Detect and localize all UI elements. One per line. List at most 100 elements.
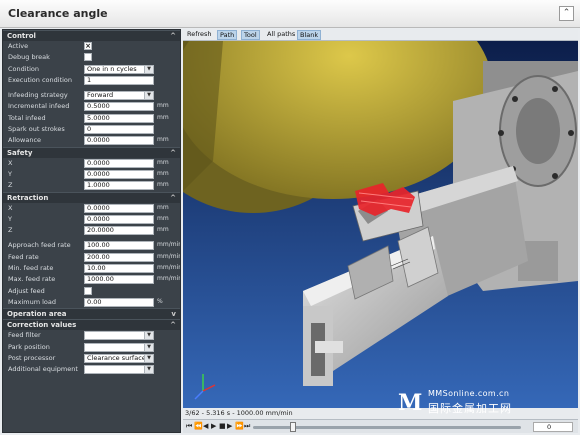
chevron-down-icon[interactable]: ▼ [144, 65, 153, 73]
adjust-feed-checkbox[interactable] [84, 286, 92, 295]
condition-select[interactable]: One in n cycles ▼ [84, 64, 154, 74]
x-input[interactable]: 0.0000 [84, 158, 154, 168]
feed-rate-input[interactable]: 200.00 [84, 252, 154, 262]
execution-condition-input[interactable]: 1 [84, 75, 154, 85]
incremental-infeed-input[interactable]: 0.5000 [84, 102, 154, 112]
field-row-correction-feed-filter: Feed filter ▼ [3, 330, 180, 341]
viewer-toolbar: Refresh Path Tool All paths Blank [183, 29, 578, 41]
post-processor-select[interactable]: Clearance surfaces ▼ [84, 353, 154, 363]
field-label: Total infeed [8, 113, 46, 122]
chevron-up-icon[interactable]: ^ [170, 193, 176, 203]
field-row-retraction-maximum-load: Maximum load 0.00% [3, 297, 180, 308]
skip-start-icon[interactable]: ⏮ [186, 422, 192, 431]
z-input[interactable]: 1.0000 [84, 181, 154, 191]
chevron-up-icon[interactable]: ⌃ [559, 6, 574, 21]
section-header-control[interactable]: Control ^ [3, 30, 180, 41]
3d-viewer: Refresh Path Tool All paths Blank 3/62 -… [183, 29, 578, 433]
park-position-select[interactable]: ▼ [84, 342, 154, 352]
spark-out-strokes-input[interactable]: 0 [84, 125, 154, 135]
field-row-control-condition: Condition One in n cycles ▼ [3, 64, 180, 75]
field-label: X [8, 203, 13, 212]
zoom-field[interactable]: 0 [533, 422, 573, 432]
field-row-control-infeeding-strategy: Infeeding strategy Forward ▼ [3, 90, 180, 101]
field-value: 0.5000 [87, 102, 110, 111]
unit-label: mm [157, 158, 169, 166]
field-value: 1.0000 [87, 181, 110, 190]
infeeding-strategy-select[interactable]: Forward ▼ [84, 91, 154, 101]
field-label: Min. feed rate [8, 264, 54, 273]
y-input[interactable]: 0.0000 [84, 214, 154, 224]
unit-label: mm/min [157, 275, 181, 283]
field-row-retraction-feed-rate: Feed rate 200.00 mm/min [3, 252, 180, 263]
field-row-correction-post-processor: Post processor Clearance surfaces ▼ [3, 353, 180, 364]
toolbar-path-button[interactable]: Path [217, 30, 238, 40]
section-header-correction-values[interactable]: Correction values ^ [3, 319, 180, 331]
toolbar-all-paths-button[interactable]: All paths [265, 30, 297, 40]
field-label: Execution condition [8, 75, 73, 84]
field-value: 0 [87, 125, 92, 134]
chevron-up-icon[interactable]: ^ [170, 320, 176, 330]
field-label: Allowance [8, 136, 42, 145]
max-feed-rate-input[interactable]: 1000.00 [84, 275, 154, 285]
chevron-down-icon[interactable]: ▼ [144, 366, 153, 374]
field-row-control-spark-out-strokes: Spark out strokes 0 [3, 124, 180, 135]
y-input[interactable]: 0.0000 [84, 169, 154, 179]
field-row-control-execution-condition: Execution condition 1 [3, 75, 180, 86]
step-forward-icon[interactable]: ▶ [227, 422, 232, 431]
field-row-control-allowance: Allowance 0.0000 mm [3, 135, 180, 146]
field-row-retraction-y: Y 0.0000 mm [3, 214, 180, 225]
rewind-icon[interactable]: ⏪ [194, 422, 203, 431]
active-checkbox[interactable]: × [84, 42, 92, 50]
x-input[interactable]: 0.0000 [84, 203, 154, 213]
field-row-correction-park-position: Park position ▼ [3, 342, 180, 353]
unit-label: mm [157, 203, 169, 211]
toolbar-tool-button[interactable]: Tool [241, 30, 260, 40]
chevron-down-icon[interactable]: ▼ [144, 343, 153, 351]
fast-forward-icon[interactable]: ⏩ [235, 422, 244, 431]
min-feed-rate-input[interactable]: 10.00 [84, 264, 154, 274]
z-input[interactable]: 20.0000 [84, 226, 154, 236]
simulation-viewport[interactable] [183, 41, 578, 408]
chevron-down-icon[interactable]: ▼ [144, 92, 153, 100]
section-header-safety[interactable]: Safety ^ [3, 146, 180, 158]
stop-icon[interactable]: ■ [219, 422, 226, 431]
unit-label: mm [157, 214, 169, 222]
step-back-icon[interactable]: ◀ [203, 422, 208, 431]
toolbar-blank-button[interactable]: Blank [297, 30, 322, 40]
section-title: Control [7, 32, 36, 40]
skip-end-icon[interactable]: ⏭ [244, 422, 250, 431]
chevron-up-icon[interactable]: ^ [170, 148, 176, 158]
chevron-up-icon[interactable]: ^ [170, 31, 176, 41]
playback-slider-handle[interactable] [290, 422, 297, 432]
maximum-load-input[interactable]: 0.00 [84, 297, 154, 307]
section-header-operation-area[interactable]: Operation area v [3, 308, 180, 320]
unit-label: mm [157, 136, 169, 144]
unit-label: mm [157, 226, 169, 234]
chevron-down-icon[interactable]: ▼ [144, 354, 153, 362]
allowance-input[interactable]: 0.0000 [84, 136, 154, 146]
chevron-down-icon[interactable]: v [171, 309, 176, 319]
field-row-safety-z: Z 1.0000 mm [3, 180, 180, 191]
debug-break-checkbox[interactable] [84, 53, 92, 62]
section-header-retraction[interactable]: Retraction ^ [3, 191, 180, 203]
watermark: M MMSonline.com.cn 国际金属加工网 [398, 388, 578, 418]
field-label: Feed filter [8, 331, 41, 340]
chevron-down-icon[interactable]: ▼ [144, 332, 153, 340]
field-label: Active [8, 42, 29, 50]
field-label: Z [8, 226, 13, 235]
unit-label: mm [157, 169, 169, 177]
toolbar-refresh-button[interactable]: Refresh [185, 30, 214, 40]
field-label: Incremental infeed [8, 102, 70, 111]
field-label: Feed rate [8, 252, 39, 261]
play-icon[interactable]: ▶ [211, 422, 216, 431]
field-label: Adjust feed [8, 286, 45, 295]
approach-feed-rate-input[interactable]: 100.00 [84, 241, 154, 251]
feed-filter-select[interactable]: ▼ [84, 331, 154, 341]
field-value: Clearance surfaces [87, 353, 150, 362]
total-infeed-input[interactable]: 5.0000 [84, 113, 154, 123]
unit-label: mm [157, 113, 169, 121]
unit-label: mm/min [157, 241, 181, 249]
additional-equipment-select[interactable]: ▼ [84, 365, 154, 375]
properties-panel: Control ^ Active × Debug break Condition One i… [2, 29, 181, 433]
playback-bar: ⏮ ⏪ ◀ ▶ ■ ▶ ⏩ ⏭ 0 [183, 419, 578, 433]
